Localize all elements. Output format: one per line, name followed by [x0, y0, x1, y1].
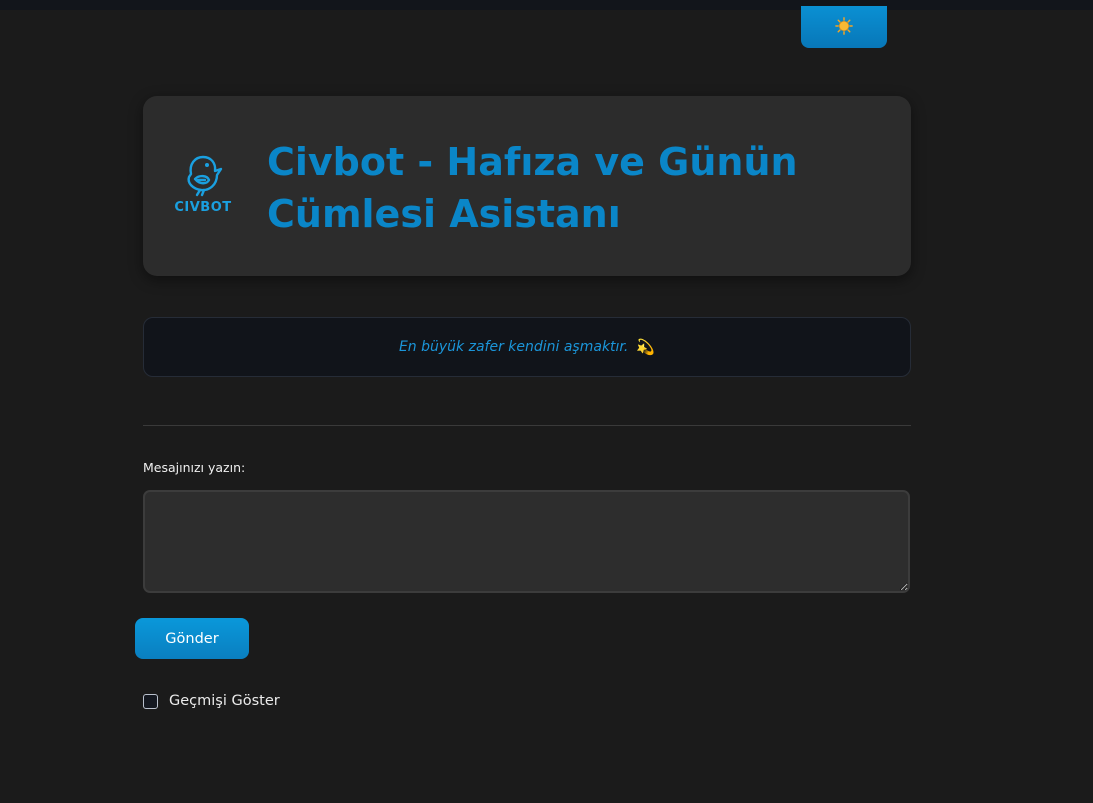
divider [143, 425, 911, 426]
header-card: CIVBOT Civbot - Hafıza ve Günün Cümlesi … [143, 96, 911, 276]
daily-quote-box: En büyük zafer kendini aşmaktır. 💫 [143, 317, 911, 377]
daily-quote-text: En büyük zafer kendini aşmaktır. [398, 339, 629, 355]
message-label: Mesajınızı yazın: [143, 460, 246, 475]
sun-icon [835, 16, 853, 38]
logo-text: CIVBOT [174, 200, 232, 215]
send-button[interactable]: Gönder [135, 618, 249, 659]
civbot-logo: CIVBOT [171, 152, 235, 218]
sparkle-icon: 💫 [636, 339, 656, 356]
show-history-checkbox[interactable] [143, 693, 158, 709]
page-title: Civbot - Hafıza ve Günün Cümlesi Asistan… [267, 140, 798, 236]
theme-toggle-button[interactable] [801, 6, 887, 48]
show-history-label: Geçmişi Göster [169, 693, 280, 709]
top-bar [0, 0, 1093, 10]
bird-icon [187, 155, 223, 197]
message-input[interactable] [143, 490, 910, 593]
show-history-toggle[interactable]: Geçmişi Göster [143, 693, 280, 709]
